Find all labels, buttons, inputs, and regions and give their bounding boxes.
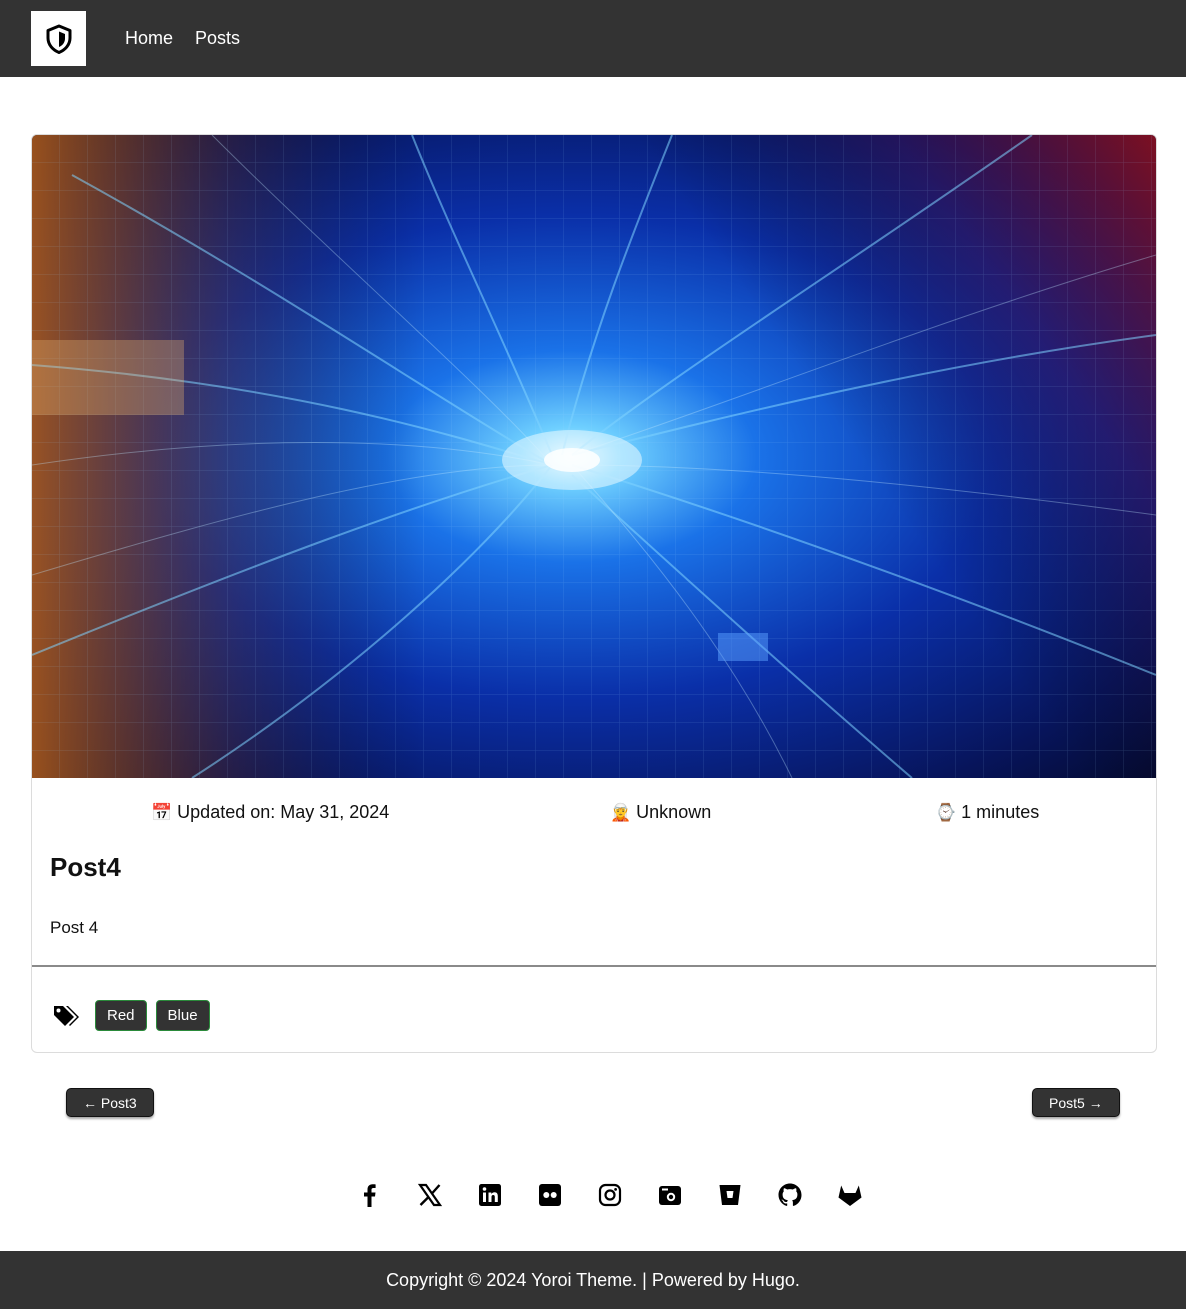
footer-copyright: Copyright © 2024 Yoroi Theme. | Powered … xyxy=(386,1269,800,1290)
x-link[interactable] xyxy=(400,1180,460,1210)
facebook-link[interactable] xyxy=(340,1180,400,1210)
github-link[interactable] xyxy=(760,1180,820,1210)
tag-red[interactable]: Red xyxy=(95,1000,147,1031)
gitlab-link[interactable] xyxy=(820,1180,880,1210)
shield-icon xyxy=(46,24,71,54)
post-reading-time: ⌚ 1 minutes xyxy=(935,801,1039,824)
tag-blue[interactable]: Blue xyxy=(155,1000,210,1031)
calendar-icon: 📅 xyxy=(151,803,173,822)
next-post-button[interactable]: Post5 → xyxy=(1032,1088,1120,1117)
bitbucket-icon xyxy=(719,1185,741,1205)
post-title: Post4 xyxy=(50,852,121,882)
linkedin-link[interactable] xyxy=(460,1180,520,1210)
instagram-icon xyxy=(598,1183,622,1207)
gitlab-icon xyxy=(838,1185,862,1206)
author-icon: 🧝 xyxy=(610,803,632,822)
post-author: 🧝 Unknown xyxy=(610,801,711,824)
post-author-text: Unknown xyxy=(636,802,712,822)
post-card: 📅 Updated on: May 31, 2024 🧝 Unknown ⌚ 1 mi… xyxy=(31,134,1157,1053)
tags-icon xyxy=(54,1005,79,1026)
site-footer: Copyright © 2024 Yoroi Theme. | Powered … xyxy=(0,1251,1186,1309)
camera-link[interactable] xyxy=(640,1180,700,1210)
post-updated-date: 📅 Updated on: May 31, 2024 xyxy=(151,801,389,824)
post-reading-time-text: 1 minutes xyxy=(961,802,1040,822)
social-links xyxy=(340,1180,880,1210)
github-icon xyxy=(778,1183,802,1206)
watch-icon: ⌚ xyxy=(935,803,957,822)
site-logo[interactable] xyxy=(31,11,86,66)
nav-link-home[interactable]: Home xyxy=(125,27,173,49)
post-divider xyxy=(32,965,1156,967)
facebook-icon xyxy=(364,1184,376,1207)
x-icon xyxy=(417,1183,443,1207)
camera-icon xyxy=(659,1186,681,1205)
nav-link-posts[interactable]: Posts xyxy=(195,27,240,49)
post-body: Post 4 xyxy=(50,918,99,937)
bitbucket-link[interactable] xyxy=(700,1180,760,1210)
top-navbar: Home Posts xyxy=(0,0,1186,77)
linkedin-icon xyxy=(479,1184,501,1206)
flickr-link[interactable] xyxy=(520,1180,580,1210)
prev-post-button[interactable]: ← Post3 xyxy=(66,1088,154,1117)
main-nav: Home Posts xyxy=(125,27,240,49)
post-tags: Red Blue xyxy=(52,1000,210,1031)
post-hero-image xyxy=(32,135,1156,778)
instagram-link[interactable] xyxy=(580,1180,640,1210)
flickr-icon xyxy=(539,1184,561,1206)
post-date-text: Updated on: May 31, 2024 xyxy=(177,802,390,822)
